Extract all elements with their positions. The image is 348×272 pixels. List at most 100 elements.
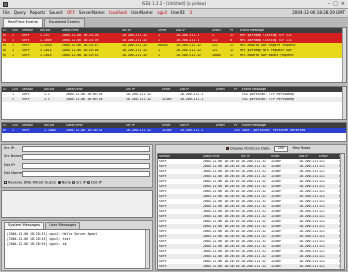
portscan-cell: 2004-12-06 18:26:16 <box>203 204 240 208</box>
event-cell: 1 <box>12 48 14 52</box>
portscan-cell: 10.200.211.32 <box>299 194 318 198</box>
portscan-cell: 10.200.211.32 <box>299 164 318 168</box>
user-name-label: UserName: <box>131 10 154 15</box>
event-cell: 2004-12-06 18:05:10 <box>66 92 103 96</box>
portscan-cell: 2004-12-06 18:26:16 <box>203 189 240 193</box>
src-ip-field[interactable] <box>22 146 150 152</box>
portscan-cell: 111 <box>319 184 325 188</box>
portscan-cell: 111 <box>319 204 325 208</box>
user-name-value: sguil <box>157 10 167 15</box>
column-header: Date/Time <box>66 123 83 127</box>
portscan-cell: snrt <box>159 169 167 173</box>
portscan-cell: 10.200.211.32 <box>299 174 318 178</box>
max-rows-input[interactable]: 200 <box>273 146 289 152</box>
portscan-cell: 32409 <box>271 224 281 228</box>
event-row[interactable]: RT 1 snrt 1.1015 2004-12-06 18:25:51 10.200.2… <box>2 53 346 58</box>
user-id-label: UserID: <box>170 10 186 15</box>
scrollbar[interactable] <box>340 154 344 269</box>
portscan-cell: 10.200.211.32 <box>299 199 318 203</box>
whois-src-label: Src IP <box>76 180 87 185</box>
portscan-cell: 10.200.211.32 <box>299 264 318 268</box>
portscan-cell: 32409 <box>271 199 281 203</box>
portscan-cell: 2004-12-06 18:26:16 <box>203 254 240 258</box>
portscan-cell: 111 <box>319 239 325 243</box>
whois-none-radio[interactable] <box>57 181 61 184</box>
src-name-field[interactable] <box>22 154 150 160</box>
scrollbar[interactable] <box>342 87 346 119</box>
close-icon[interactable]: × <box>341 2 345 7</box>
scrollbar[interactable] <box>145 230 149 268</box>
packet-panel: Display Portscan Data 200 Max Rows Senso… <box>155 144 347 271</box>
event-cell: 60426 <box>158 43 168 47</box>
portscan-cell: 111 <box>319 214 325 218</box>
column-header: ST <box>3 28 7 32</box>
scrollbar[interactable] <box>342 28 346 82</box>
menu-file[interactable]: File <box>3 11 10 15</box>
event-cell: 1 <box>12 43 14 47</box>
portscan-row[interactable]: snrt2004-12-06 18:26:1610.200.211.323240… <box>158 269 344 270</box>
event-cell: 10.200.211.1 <box>176 38 200 42</box>
portscan-cell: 2004-12-06 18:26:16 <box>203 224 240 228</box>
portscan-cell: 111 <box>319 234 325 238</box>
column-header: Pr <box>234 123 238 127</box>
portscan-cell: 2004-12-06 18:26:16 <box>203 159 240 163</box>
event-cell: 17 <box>230 48 234 52</box>
portscan-cell: 32409 <box>271 214 281 218</box>
menu-reports[interactable]: Reports <box>30 11 45 15</box>
title-bar: ISDL 1.2.2 - [Untitled] (a yellow) – □ × <box>0 0 348 9</box>
event-cell: RT <box>3 33 7 37</box>
column-header: ST <box>3 123 7 127</box>
event-cell: RT <box>3 128 7 132</box>
whois-dst-radio[interactable] <box>87 181 91 184</box>
event-cell: 1 <box>12 33 14 37</box>
event-cell: RPC mountd UDP mount request <box>240 53 294 57</box>
tab-escalated-events[interactable]: Escalated Events <box>43 18 85 27</box>
event-cell: 10.200.211.32 <box>176 48 201 52</box>
portscan-cell: 10.200.211.32 <box>241 224 266 228</box>
event-cell: 10.200.211.32 <box>122 53 147 57</box>
portscan-cell: snrt <box>159 254 167 258</box>
column-header: CNT <box>12 28 19 32</box>
event-cell: 10.200.211.32 <box>176 53 201 57</box>
event-cell: 10007 <box>212 53 222 57</box>
tab-realtime-events[interactable]: RealTime Events <box>3 18 43 27</box>
event-cell: RPC portmap listing TCP 111 <box>240 33 292 37</box>
event-cell: 10.200.211.32 <box>126 128 151 132</box>
portscan-cell: 111 <box>319 254 325 258</box>
src-name-label: Src Name: <box>4 154 23 158</box>
details-area <box>1 190 153 218</box>
portscan-cell: 10.200.211.32 <box>241 179 266 183</box>
event-row[interactable]: 1 snrt 1.1 2004-12-06 18:05:10 10.200.211.32… <box>2 97 346 102</box>
display-portscan-checkbox[interactable] <box>226 146 229 150</box>
event-row[interactable]: RT 1 snrt 1.1008 2004-12-06 18:18:31 10.200.2… <box>2 128 346 133</box>
clock: 2004-12-06 18:28:29 GMT <box>292 10 345 15</box>
tab-system-messages[interactable]: System Messages <box>4 222 45 229</box>
event-cell: 2004-12-06 18:25:50 <box>62 48 99 52</box>
column-header: DPort <box>216 123 225 127</box>
event-cell: 111 <box>212 48 218 52</box>
dst-name-field[interactable] <box>22 171 150 177</box>
minimize-icon[interactable]: – <box>328 2 331 7</box>
event-cell: 10.200.211.1 <box>176 33 200 37</box>
portscan-cell: 32409 <box>271 259 281 263</box>
dst-ip-field[interactable] <box>22 163 150 169</box>
whois-src-radio[interactable] <box>72 181 76 184</box>
portscan-cell: 10.200.211.32 <box>299 219 318 223</box>
portscan-cell: snrt <box>159 199 167 203</box>
portscan-cell: 10.200.211.32 <box>241 199 266 203</box>
event-cell: 1.257 <box>40 33 50 37</box>
portscan-cell: 10.200.211.32 <box>241 264 266 268</box>
column-header: sid.cid <box>44 87 55 91</box>
event-cell: 1.1010 <box>40 43 52 47</box>
sound-toggle[interactable]: OFF <box>67 11 75 15</box>
portscan-cell: 10.200.211.32 <box>241 214 266 218</box>
maximize-icon[interactable]: □ <box>333 2 338 7</box>
menu-query[interactable]: Query <box>14 11 26 15</box>
events-pane-top: ST CNT Sensor sid.cid Date/Time Src IP SPort Ds… <box>1 27 347 83</box>
tab-user-messages[interactable]: User Messages <box>45 222 81 229</box>
event-cell: 2004-12-06 18:23:26 <box>62 33 99 37</box>
event-cell: 1 <box>12 92 14 96</box>
column-header: Sensor <box>22 87 33 91</box>
event-cell: 2004-12-06 18:23:39 <box>62 38 99 42</box>
reverse-dns-checkbox[interactable] <box>4 181 7 184</box>
